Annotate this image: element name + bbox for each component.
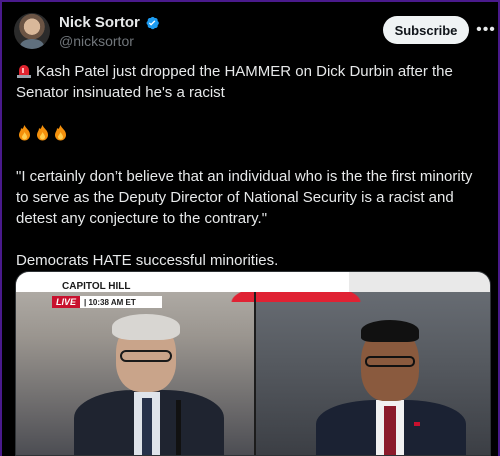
post-line1-paragraph: Kash Patel just dropped the HAMMER on Di… bbox=[16, 61, 484, 103]
live-indicator: LIVE | 10:38 AM ET bbox=[52, 296, 162, 308]
subscribe-button[interactable]: Subscribe bbox=[383, 16, 469, 44]
post-closing: Democrats HATE successful minorities. bbox=[16, 252, 279, 269]
microphone-icon bbox=[176, 400, 181, 455]
left-person-hair bbox=[112, 314, 180, 340]
fire-icon bbox=[52, 124, 69, 142]
time-label: | 10:38 AM ET bbox=[84, 297, 136, 307]
fire-icon bbox=[34, 124, 51, 142]
right-person-tie bbox=[384, 406, 396, 455]
fire-icon bbox=[16, 124, 33, 142]
fire-emoji-row bbox=[16, 124, 484, 145]
left-person-tie bbox=[142, 398, 152, 455]
post-text: Kash Patel just dropped the HAMMER on Di… bbox=[16, 61, 484, 292]
post-line1: Kash Patel just dropped the HAMMER on Di… bbox=[16, 63, 458, 101]
more-options-icon[interactable]: ••• bbox=[476, 20, 496, 40]
location-label: CAPITOL HILL bbox=[62, 281, 131, 292]
author-name[interactable]: Nick Sortor bbox=[59, 14, 140, 31]
siren-icon bbox=[16, 63, 32, 78]
split-screen-divider bbox=[254, 292, 256, 455]
right-person-glasses bbox=[365, 356, 415, 367]
author-handle[interactable]: @nicksortor bbox=[59, 33, 134, 49]
author-name-row: Nick Sortor bbox=[59, 14, 160, 31]
flag-pin-icon bbox=[414, 422, 420, 426]
live-label: LIVE bbox=[52, 296, 81, 308]
right-person-hair bbox=[361, 320, 419, 342]
verified-badge-icon bbox=[144, 15, 160, 31]
post-header: Nick Sortor @nicksortor Subscribe ••• bbox=[14, 12, 495, 52]
post-quote: "I certainly don’t believe that an indiv… bbox=[16, 168, 477, 227]
left-person-glasses bbox=[120, 350, 172, 362]
video-thumbnail[interactable]: CAPITOL HILL LIVE | 10:38 AM ET bbox=[15, 271, 491, 456]
avatar[interactable] bbox=[14, 13, 50, 49]
